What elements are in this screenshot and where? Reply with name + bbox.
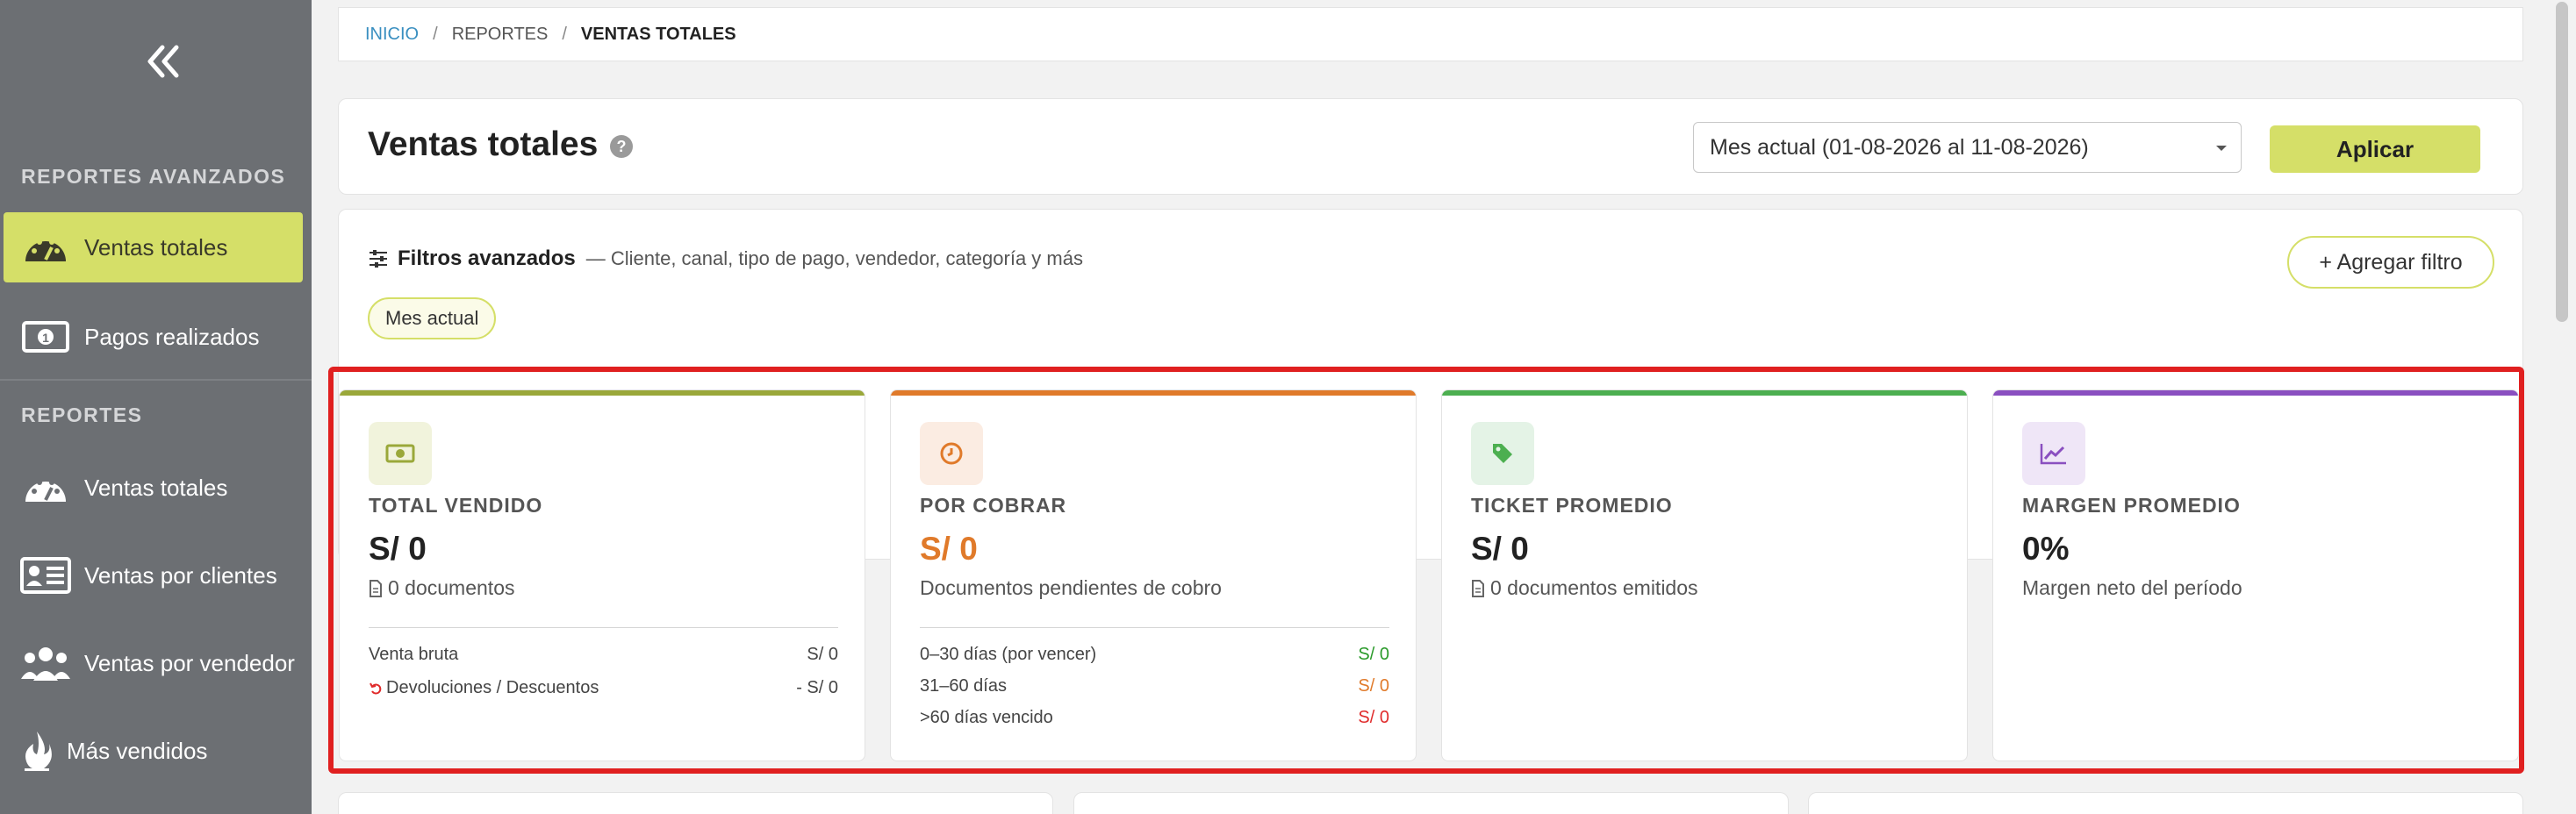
row-label: >60 días vencido	[920, 708, 1053, 727]
row-label: Devoluciones / Descuentos	[386, 678, 599, 697]
breadcrumb-separator: /	[433, 24, 438, 44]
breadcrumb-current: VENTAS TOTALES	[580, 24, 736, 44]
document-icon	[370, 579, 382, 597]
divider	[920, 627, 1389, 628]
breadcrumb-separator: /	[562, 24, 567, 44]
kpi-label: TICKET PROMEDIO	[1471, 494, 1673, 517]
card-accent-bar	[1993, 390, 2518, 396]
svg-text:1: 1	[42, 331, 49, 345]
sidebar-item-ventas-por-vendedor[interactable]: Ventas por vendedor	[4, 628, 303, 698]
sidebar-item-mas-vendidos[interactable]: Más vendidos	[4, 716, 303, 786]
sidebar-item-ventas-totales-advanced[interactable]: Ventas totales	[4, 212, 303, 282]
kpi-total-vendido-card: TOTAL VENDIDO S/ 0 0 documentos Venta br…	[339, 389, 865, 761]
divider	[369, 627, 838, 628]
row-value: S/ 0	[1358, 676, 1389, 696]
line-chart-icon	[2022, 422, 2085, 485]
kpi-sub: 0 documentos emitidos	[1471, 576, 1698, 600]
kpi-sub-text: Documentos pendientes de cobro	[920, 576, 1222, 599]
sidebar-item-label: Ventas por vendedor	[84, 649, 295, 676]
breakdown-row: 31–60 días S/ 0	[920, 676, 1389, 696]
help-icon[interactable]: ?	[609, 134, 634, 163]
sidebar-item-label: Ventas por clientes	[84, 561, 277, 589]
fire-icon	[19, 729, 54, 773]
id-card-icon	[19, 553, 72, 597]
kpi-sub-text: 0 documentos	[388, 576, 515, 599]
breakdown-row: Venta bruta S/ 0	[369, 645, 838, 665]
sidebar-item-ventas-por-clientes[interactable]: Ventas por clientes	[4, 540, 303, 610]
row-label-wrap: Devoluciones / Descuentos	[369, 678, 599, 698]
active-filter-chip[interactable]: Mes actual	[368, 297, 497, 339]
add-filter-button[interactable]: + Agregar filtro	[2287, 236, 2494, 289]
sidebar: REPORTES AVANZADOS Ventas totales 1 Pago…	[0, 0, 312, 814]
kpi-value: S/ 0	[1471, 531, 1529, 567]
kpi-sub-text: 0 documentos emitidos	[1490, 576, 1698, 599]
kpi-ticket-promedio-card: TICKET PROMEDIO S/ 0 0 documentos emitid…	[1441, 389, 1968, 761]
bottom-card	[1073, 792, 1789, 814]
breadcrumb: INICIO / REPORTES / VENTAS TOTALES	[338, 7, 2523, 61]
sidebar-item-label: Ventas totales	[84, 233, 228, 261]
kpi-margen-promedio-card: MARGEN PROMEDIO 0% Margen neto del perío…	[1992, 389, 2519, 761]
filters-description: — Cliente, canal, tipo de pago, vendedor…	[585, 247, 1083, 269]
sidebar-divider	[0, 379, 312, 381]
card-accent-bar	[340, 390, 865, 396]
tag-icon	[1471, 422, 1534, 485]
breakdown-row: 0–30 días (por vencer) S/ 0	[920, 645, 1389, 665]
row-value: S/ 0	[807, 645, 838, 664]
sidebar-item-ventas-totales[interactable]: Ventas totales	[4, 453, 303, 523]
kpi-por-cobrar-card: POR COBRAR S/ 0 Documentos pendientes de…	[890, 389, 1417, 761]
bottom-card	[1808, 792, 2523, 814]
speedometer-icon	[19, 466, 72, 510]
double-chevron-left-icon	[147, 45, 179, 78]
filters-header[interactable]: Filtros avanzados — Cliente, canal, tipo…	[368, 246, 1083, 271]
apply-button[interactable]: Aplicar	[2270, 125, 2480, 173]
speedometer-icon	[19, 225, 72, 269]
page-header-card: Ventas totales ? Mes actual (01-08-2026 …	[338, 98, 2523, 195]
kpi-sub: 0 documentos	[369, 576, 514, 600]
clock-icon	[920, 422, 983, 485]
undo-icon	[370, 682, 382, 694]
row-label: Venta bruta	[369, 645, 459, 664]
cash-icon: 1	[19, 315, 72, 359]
breadcrumb-home-link[interactable]: INICIO	[365, 25, 419, 45]
sidebar-item-label: Pagos realizados	[84, 323, 260, 350]
sidebar-item-label: Más vendidos	[67, 737, 208, 764]
breakdown-row: Devoluciones / Descuentos - S/ 0	[369, 678, 838, 698]
page-title: Ventas totales	[368, 125, 599, 163]
row-value: S/ 0	[1358, 645, 1389, 664]
money-icon	[369, 422, 432, 485]
filters-title: Filtros avanzados	[398, 246, 576, 270]
row-label: 31–60 días	[920, 676, 1007, 696]
users-icon	[19, 641, 72, 685]
kpi-value: S/ 0	[920, 531, 978, 567]
period-select[interactable]: Mes actual (01-08-2026 al 11-08-2026)	[1693, 122, 2242, 173]
card-accent-bar	[891, 390, 1416, 396]
row-label: 0–30 días (por vencer)	[920, 645, 1097, 664]
scrollbar-thumb[interactable]	[2556, 2, 2568, 322]
kpi-value: S/ 0	[369, 531, 427, 567]
chevron-down-icon	[2216, 146, 2227, 151]
vertical-scrollbar[interactable]	[2556, 0, 2568, 814]
sidebar-section-advanced: REPORTES AVANZADOS	[21, 165, 286, 188]
kpi-label: POR COBRAR	[920, 494, 1067, 517]
sidebar-item-pagos-realizados[interactable]: 1 Pagos realizados	[4, 302, 303, 372]
row-value: S/ 0	[1358, 708, 1389, 727]
kpi-label: MARGEN PROMEDIO	[2022, 494, 2241, 517]
bottom-card	[338, 792, 1053, 814]
kpi-value: 0%	[2022, 531, 2070, 567]
breakdown-row: >60 días vencido S/ 0	[920, 708, 1389, 728]
kpi-label: TOTAL VENDIDO	[369, 494, 543, 517]
collapse-sidebar-button[interactable]	[140, 35, 184, 88]
sidebar-item-label: Ventas totales	[84, 474, 228, 501]
breadcrumb-reports-link[interactable]: REPORTES	[452, 25, 549, 45]
document-icon	[1472, 579, 1484, 597]
card-accent-bar	[1442, 390, 1967, 396]
svg-text:?: ?	[617, 138, 627, 155]
kpi-sub-text: Margen neto del período	[2022, 576, 2242, 599]
period-select-value: Mes actual (01-08-2026 al 11-08-2026)	[1710, 134, 2089, 160]
sidebar-section-reports: REPORTES	[21, 403, 143, 426]
row-value: - S/ 0	[796, 678, 838, 697]
sliders-icon	[370, 250, 387, 268]
